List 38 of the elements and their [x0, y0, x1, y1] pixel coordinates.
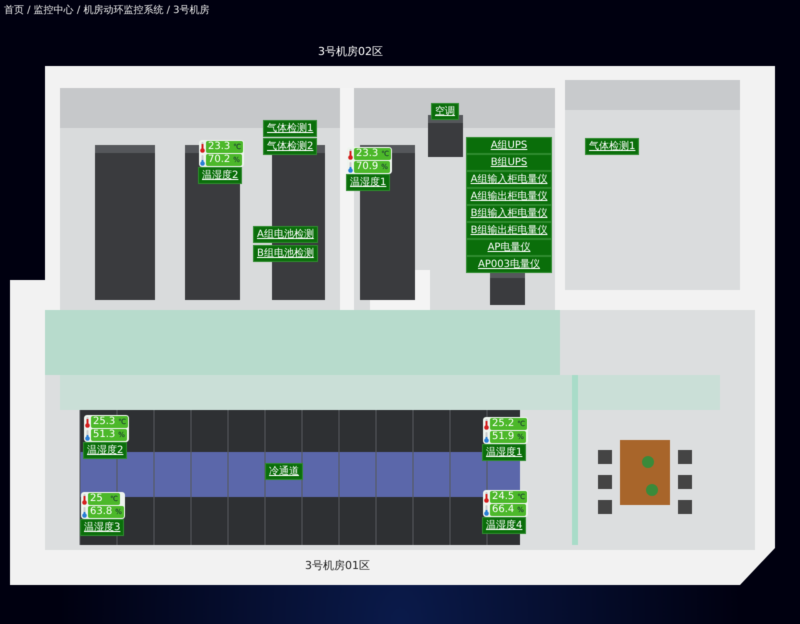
device-link[interactable]: B组电池检测 — [253, 245, 318, 262]
device-link[interactable]: A组输出柜电量仪 — [466, 188, 552, 205]
device-link[interactable]: 空调 — [431, 103, 459, 120]
sensor-link[interactable]: 温湿度3 — [80, 519, 124, 536]
device-link[interactable]: B组输入柜电量仪 — [466, 205, 552, 222]
device-link[interactable]: 气体检测2 — [263, 138, 318, 155]
server-rack — [490, 270, 525, 305]
sensor-link[interactable]: 温湿度1 — [482, 444, 526, 461]
thermometer-icon — [200, 142, 205, 152]
zone-label: 3号机房01区 — [305, 558, 370, 573]
sensor-link[interactable]: 温湿度4 — [482, 517, 526, 534]
thermometer-icon — [85, 416, 90, 428]
device-link[interactable]: A组UPS — [466, 137, 552, 154]
device-link[interactable]: AP003电量仪 — [466, 256, 552, 273]
device-link[interactable]: A组电池检测 — [253, 226, 318, 243]
device-link[interactable]: 气体检测1 — [263, 120, 318, 137]
aisle-link[interactable]: 冷通道 — [265, 463, 303, 480]
thermometer-icon — [484, 418, 489, 430]
device-link[interactable]: B组UPS — [466, 154, 552, 171]
device-link[interactable]: AP电量仪 — [466, 239, 552, 256]
device-link[interactable]: B组输出柜电量仪 — [466, 222, 552, 239]
breadcrumb: 首页 / 监控中心 / 机房动环监控系统 / 3号机房 — [3, 4, 211, 18]
sensor-link[interactable]: 温湿度1 — [346, 174, 390, 191]
server-rack — [428, 115, 463, 157]
thermometer-icon — [348, 162, 353, 172]
thermometer-icon — [82, 494, 87, 504]
thermometer-icon — [85, 430, 90, 440]
thermometer-icon — [200, 154, 205, 166]
sensor-link[interactable]: 温湿度2 — [198, 167, 242, 184]
thermometer-icon — [348, 148, 353, 160]
device-link[interactable]: 气体检测1 — [585, 138, 640, 155]
zone-label: 3号机房02区 — [318, 44, 383, 59]
device-link[interactable]: A组输入柜电量仪 — [466, 171, 552, 188]
sensor-link[interactable]: 温湿度2 — [83, 442, 128, 459]
thermometer-icon — [82, 506, 87, 518]
thermometer-icon — [484, 504, 489, 516]
thermometer-icon — [484, 492, 489, 502]
thermometer-icon — [484, 432, 489, 442]
